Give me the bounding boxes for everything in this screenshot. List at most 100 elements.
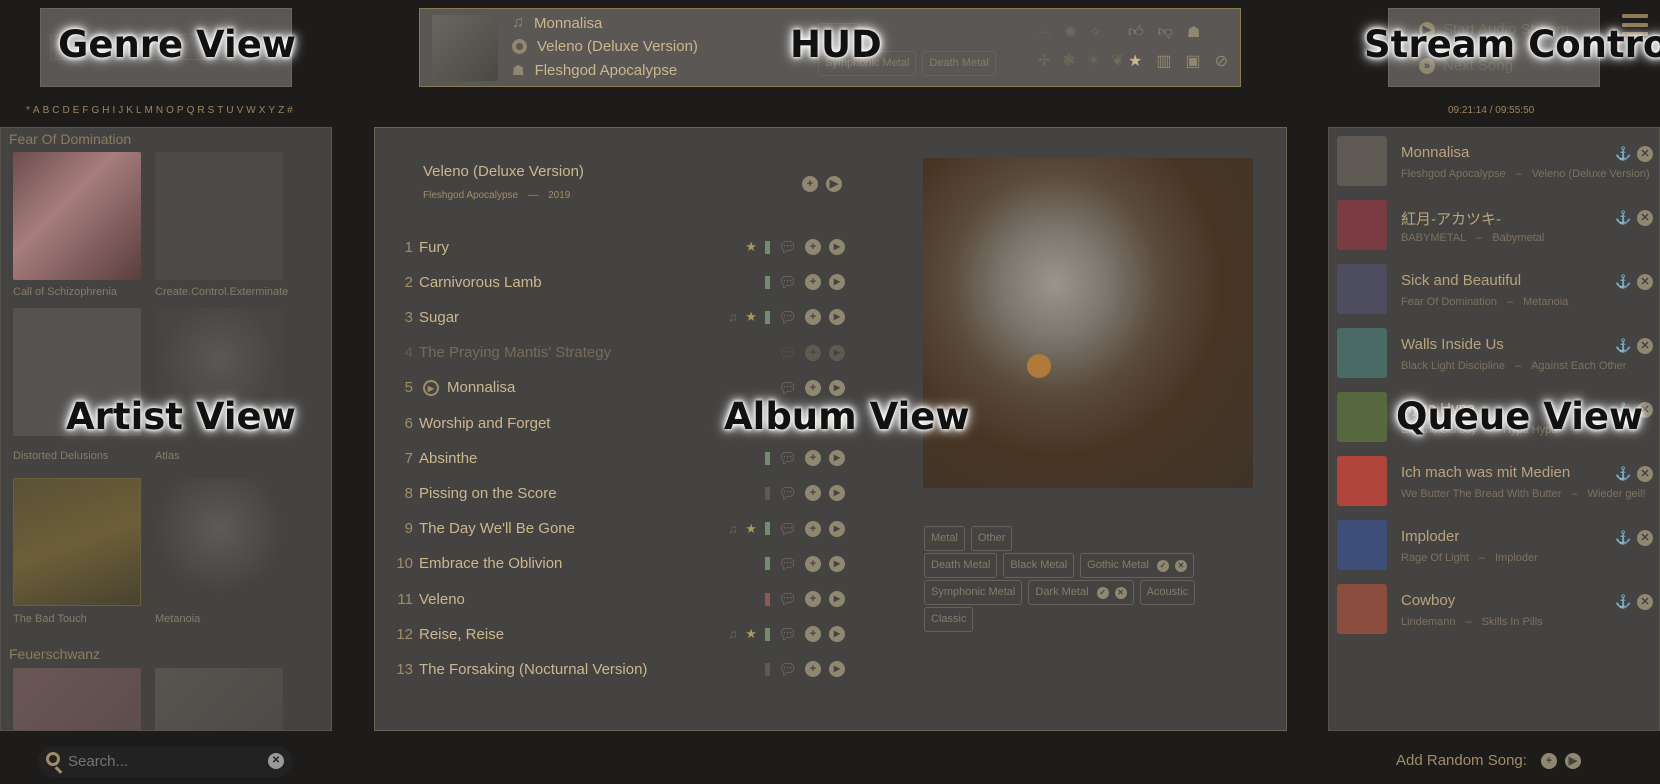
queue-artist[interactable]: Fear Of Domination	[1401, 296, 1497, 308]
comment-icon[interactable]: 💬︎	[778, 308, 797, 326]
queue-move-icon[interactable]: ⚓	[1615, 210, 1631, 226]
add-track-button[interactable]: +	[805, 415, 821, 431]
album-art[interactable]	[155, 308, 283, 436]
hud-album-cover[interactable]	[432, 15, 498, 81]
comment-icon[interactable]: 💬︎	[778, 379, 797, 397]
play-track-button[interactable]: ▶	[829, 485, 845, 502]
queue-artist[interactable]: Black Light Discipline	[1401, 360, 1505, 372]
flower-icon[interactable]: ❃	[1063, 51, 1076, 69]
remove-from-queue-button[interactable]: ✕	[1637, 530, 1653, 546]
remove-from-queue-button[interactable]: ✕	[1637, 338, 1653, 354]
queue-artist[interactable]: We Butter The Bread With Butter	[1401, 488, 1561, 500]
album-cover[interactable]	[923, 158, 1253, 488]
alphabet-letter[interactable]: M	[145, 105, 153, 116]
queue-album[interactable]: Veleno (Deluxe Version)	[1532, 168, 1650, 180]
leaf-icon[interactable]: ❦	[1112, 51, 1125, 69]
queue-item[interactable]: 紅月-アカツキ- BABYMETAL – Babymetal ⚓ ✕	[1329, 196, 1659, 256]
album-name[interactable]: Create.Control.Exterminate	[155, 286, 290, 298]
alphabet-letter[interactable]: Y	[268, 105, 275, 116]
queue-artist[interactable]: Electric Callboy	[1401, 424, 1477, 436]
star-icon[interactable]: ★	[745, 626, 757, 642]
alphabet-letter[interactable]: B	[43, 105, 50, 116]
play-track-button[interactable]: ▶	[829, 379, 845, 396]
alphabet-letter[interactable]: O	[166, 105, 174, 116]
alphabet-letter[interactable]: V	[237, 105, 244, 116]
queue-album[interactable]: Metanoia	[1523, 296, 1568, 308]
add-track-button[interactable]: +	[805, 239, 821, 255]
album-art[interactable]	[13, 152, 141, 280]
track-row[interactable]: 10 Embrace the Oblivion 💬︎ + ▶	[375, 549, 845, 579]
add-track-button[interactable]: +	[805, 626, 821, 643]
album-art[interactable]	[155, 478, 283, 606]
queue-album[interactable]: Wieder geil!	[1588, 488, 1646, 500]
queue-move-icon[interactable]: ⚓	[1615, 466, 1631, 482]
alphabet-letter[interactable]: F	[82, 105, 88, 116]
album-art[interactable]	[155, 152, 283, 280]
alphabet-letter[interactable]: J	[118, 105, 123, 116]
alphabet-letter[interactable]: *	[26, 105, 30, 116]
comment-icon[interactable]: 💬︎	[778, 555, 797, 573]
add-track-button[interactable]: +	[805, 555, 821, 572]
play-album-button[interactable]: ▶	[826, 176, 842, 192]
queue-album[interactable]: Hypa Hypa	[1503, 424, 1557, 436]
thumbs-up-icon[interactable]: 👍︎	[1128, 23, 1144, 41]
star-icon[interactable]: ★	[745, 239, 757, 255]
alphabet-letter[interactable]: D	[62, 105, 69, 116]
block-icon[interactable]: ⊘	[1215, 51, 1228, 71]
queue-artist[interactable]: BABYMETAL	[1401, 232, 1466, 244]
play-track-button[interactable]: ▶	[829, 520, 845, 537]
alphabet-letter[interactable]: P	[177, 105, 184, 116]
comment-icon[interactable]: 💬︎	[778, 414, 797, 432]
add-track-button[interactable]: +	[805, 520, 821, 537]
comment-icon[interactable]: 💬︎	[778, 484, 797, 502]
sparkle-icon[interactable]: ✢	[1038, 51, 1051, 69]
track-row[interactable]: 3 Sugar ♫ ★ 💬︎ + ▶	[375, 302, 845, 332]
play-random-button[interactable]: ▶	[1564, 752, 1581, 769]
alphabet-letter[interactable]: A	[33, 105, 40, 116]
alphabet-letter[interactable]: S	[208, 105, 215, 116]
alphabet-letter[interactable]: K	[126, 105, 133, 116]
album-name[interactable]: Metanoia	[155, 613, 290, 625]
album-name[interactable]: Atlas	[155, 450, 290, 462]
queue-item[interactable]: Cowboy Lindemann – Skills In Pills ⚓ ✕	[1329, 580, 1659, 640]
play-track-button[interactable]: ▶	[829, 344, 845, 361]
remove-from-queue-button[interactable]: ✕	[1637, 210, 1653, 226]
thumbs-down-icon[interactable]: 👎︎	[1158, 23, 1173, 41]
queue-artist[interactable]: Lindemann	[1401, 616, 1455, 628]
queue-item[interactable]: Imploder Rage Of Light – Imploder ⚓ ✕	[1329, 516, 1659, 576]
track-row[interactable]: 6 Worship and Forget 💬︎ + ▶	[375, 408, 845, 438]
clear-search-button[interactable]: ✕	[268, 753, 284, 769]
file-remove-icon[interactable]: ▣	[1185, 51, 1200, 71]
comment-icon[interactable]: 💬︎	[778, 344, 797, 362]
swirl-icon[interactable]: ✧	[1089, 23, 1102, 41]
album-tag[interactable]: Other	[970, 526, 1013, 551]
album-art[interactable]	[13, 478, 141, 606]
alphabet-letter[interactable]: #	[287, 105, 293, 116]
queue-move-icon[interactable]: ⚓	[1615, 594, 1631, 610]
album-tag[interactable]: Gothic Metal ✓ ✕	[1080, 553, 1194, 578]
queue-move-icon[interactable]: ⚓	[1615, 338, 1631, 354]
alphabet-letter[interactable]: I	[113, 105, 116, 116]
queue-artist[interactable]: Rage Of Light	[1401, 552, 1469, 564]
album-name[interactable]: Call of Schizophrenia	[13, 286, 148, 298]
artist-group-name[interactable]: Feuerschwanz	[9, 646, 100, 662]
track-row[interactable]: 12 Reise, Reise ♫ ★ 💬︎ + ▶	[375, 619, 845, 649]
queue-item[interactable]: Sick and Beautiful Fear Of Domination – Met…	[1329, 260, 1659, 320]
track-row[interactable]: 9 The Day We'll Be Gone ♫ ★ 💬︎ + ▶	[375, 514, 845, 544]
menu-icon[interactable]	[1622, 14, 1648, 36]
alphabet-letter[interactable]: X	[259, 105, 266, 116]
play-track-button[interactable]: ▶	[829, 661, 845, 678]
queue-artist[interactable]: Fleshgod Apocalypse	[1401, 168, 1506, 180]
alphabet-letter[interactable]: C	[52, 105, 59, 116]
search-input[interactable]	[68, 750, 258, 772]
add-track-button[interactable]: +	[805, 274, 821, 291]
queue-item[interactable]: Walls Inside Us Black Light Discipline – Ag…	[1329, 324, 1659, 384]
alphabet-letter[interactable]: G	[92, 105, 100, 116]
hud-tag[interactable]: Death Metal	[922, 51, 996, 76]
comment-icon[interactable]: 💬︎	[778, 660, 797, 678]
album-tag[interactable]: Black Metal	[1003, 553, 1075, 578]
spark-icon[interactable]: ✳	[1087, 51, 1100, 69]
track-row[interactable]: 2 Carnivorous Lamb 💬︎ + ▶	[375, 267, 845, 297]
queue-move-icon[interactable]: ⚓	[1615, 274, 1631, 290]
sun-icon[interactable]: ✺	[1064, 23, 1077, 41]
